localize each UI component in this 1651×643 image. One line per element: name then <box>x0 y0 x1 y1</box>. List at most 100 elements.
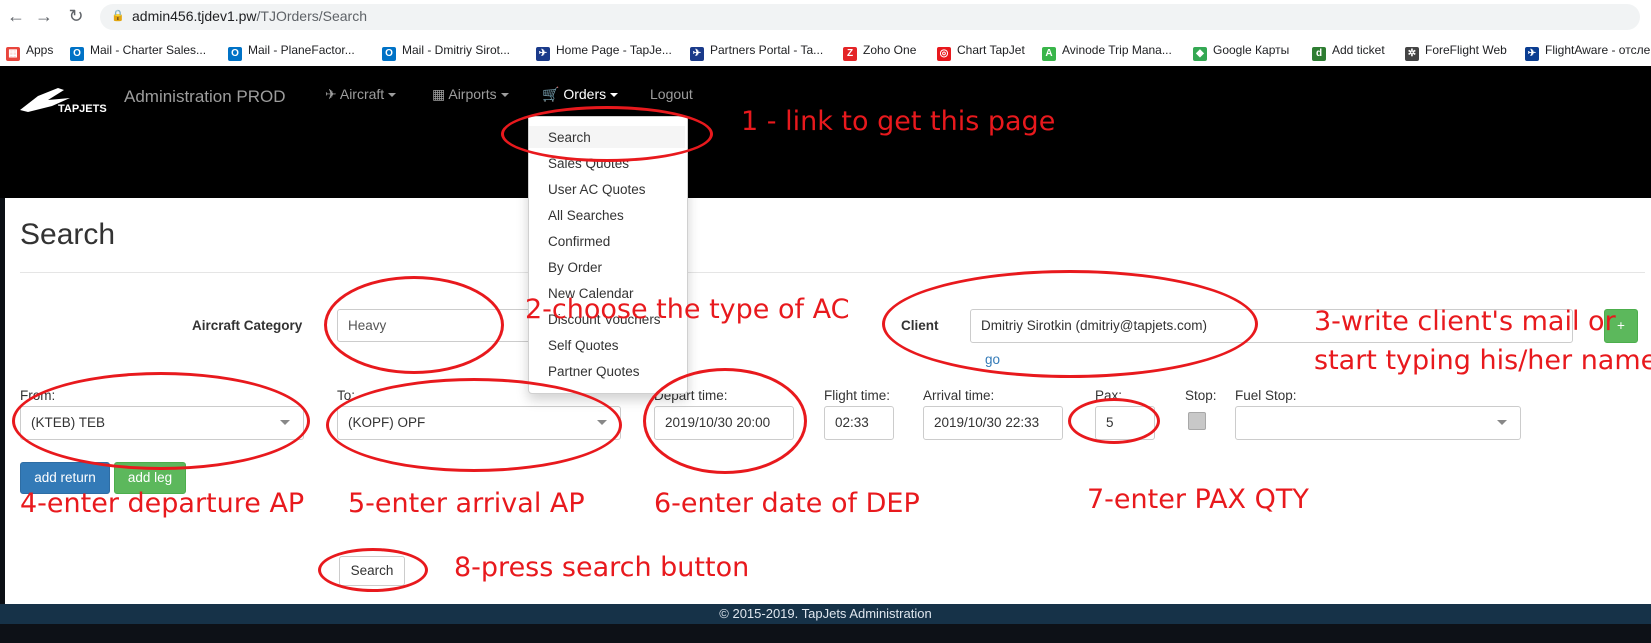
bookmark-label: Add ticket <box>1332 43 1385 57</box>
flight-time-input[interactable]: 02:33 <box>824 406 894 440</box>
annotation-step-4: 4-enter departure AP <box>20 488 305 519</box>
bookmark-chart-tapjet[interactable]: ◎ Chart TapJet <box>937 41 1025 61</box>
annotation-step-5: 5-enter arrival AP <box>348 488 585 519</box>
url-text[interactable]: admin456.tjdev1.pw/TJOrders/Search <box>132 8 367 24</box>
footer-copyright: © 2015-2019. TapJets Administration <box>719 606 932 621</box>
bookmark-label: ForeFlight Web <box>1425 43 1507 57</box>
annotation-step-3-line2: start typing his/her name <box>1314 345 1651 376</box>
bookmark-label: Partners Portal - Ta... <box>710 43 824 57</box>
nav-orders[interactable]: 🛒 Orders <box>542 86 619 103</box>
bookmark-label: Chart TapJet <box>957 43 1025 57</box>
annotation-ellipse-to <box>326 378 622 472</box>
building-icon: ▦ <box>432 86 446 102</box>
caret-down-icon <box>500 93 509 98</box>
tapjets-logo-icon: TAPJETS <box>20 88 107 115</box>
plane-icon: ✈ <box>325 86 337 102</box>
caret-down-icon <box>610 93 619 98</box>
divider <box>20 272 1645 273</box>
bookmark-mail-planefactor[interactable]: O Mail - PlaneFactor... <box>228 41 355 61</box>
bookmark-tapjets-home[interactable]: ✈ Home Page - TapJe... <box>536 41 672 61</box>
aircraft-category-label: Aircraft Category <box>192 318 303 333</box>
chevron-down-icon <box>1497 420 1507 425</box>
flightaware-plane-icon: ✈ <box>1525 47 1539 61</box>
bookmark-partners-portal[interactable]: ✈ Partners Portal - Ta... <box>690 41 824 61</box>
annotation-ellipse-search-link <box>501 106 713 162</box>
bookmark-avinode[interactable]: A Avinode Trip Mana... <box>1042 41 1172 61</box>
arrival-time-label: Arrival time: <box>923 388 995 403</box>
caret-down-icon <box>388 93 397 98</box>
bookmark-label: Google Карты <box>1213 43 1290 57</box>
annotation-ellipse-depart-time <box>643 368 807 474</box>
bookmark-label: Apps <box>26 43 54 57</box>
outlook-icon: O <box>382 47 396 61</box>
annotation-ellipse-search-button <box>318 548 428 592</box>
chart-target-icon: ◎ <box>937 47 951 61</box>
google-maps-icon: ◆ <box>1193 47 1207 61</box>
nav-orders-label: Orders <box>563 86 607 102</box>
reload-icon[interactable]: ↻ <box>66 6 86 26</box>
zoho-icon: Z <box>843 47 857 61</box>
stop-checkbox[interactable] <box>1188 412 1206 430</box>
lock-icon: 🔒 <box>111 10 125 22</box>
annotation-ellipse-pax <box>1068 398 1160 444</box>
annotation-step-1: 1 - link to get this page <box>741 106 1056 137</box>
apps-grid-icon: ▦ <box>6 47 20 61</box>
page-title: Search <box>20 218 116 251</box>
outlook-icon: O <box>70 47 84 61</box>
annotation-step-8: 8-press search button <box>454 552 750 583</box>
bookmark-label: Mail - Dmitriy Sirot... <box>402 43 510 57</box>
svg-text:TAPJETS: TAPJETS <box>58 103 107 115</box>
nav-airports-label: Airports <box>448 86 497 102</box>
bookmark-zoho[interactable]: Z Zoho One <box>843 41 917 61</box>
bookmark-label: Avinode Trip Mana... <box>1062 43 1172 57</box>
annotation-step-7: 7-enter PAX QTY <box>1087 484 1309 515</box>
bookmark-mail-dmitriy[interactable]: O Mail - Dmitriy Sirot... <box>382 41 510 61</box>
menu-item-all-searches[interactable]: All Searches <box>548 208 624 223</box>
bookmark-flightaware[interactable]: ✈ FlightAware - отсле <box>1525 41 1651 61</box>
menu-item-partner-quotes[interactable]: Partner Quotes <box>548 364 640 379</box>
bookmark-apps[interactable]: ▦ Apps <box>6 41 54 61</box>
fuel-stop-label: Fuel Stop: <box>1235 388 1297 403</box>
fuel-stop-select[interactable] <box>1235 406 1521 440</box>
cart-icon: 🛒 <box>542 86 560 102</box>
avinode-icon: A <box>1042 47 1056 61</box>
menu-item-confirmed[interactable]: Confirmed <box>548 234 610 249</box>
bookmark-label: Mail - Charter Sales... <box>90 43 207 57</box>
bookmark-label: Home Page - TapJe... <box>556 43 672 57</box>
tapjets-logo[interactable]: TAPJETS <box>18 82 118 116</box>
annotation-step-3-line1: 3-write client's mail or <box>1314 306 1616 337</box>
foreflight-gear-icon: ✲ <box>1405 47 1419 61</box>
app-title[interactable]: Administration PROD <box>124 87 286 107</box>
tapjets-icon: ✈ <box>690 47 704 61</box>
bookmark-foreflight[interactable]: ✲ ForeFlight Web <box>1405 41 1507 61</box>
annotation-step-6: 6-enter date of DEP <box>654 488 920 519</box>
annotation-ellipse-client <box>882 270 1258 378</box>
nav-logout[interactable]: Logout <box>650 86 693 102</box>
url-path: /TJOrders/Search <box>256 8 368 24</box>
flight-time-label: Flight time: <box>824 388 891 403</box>
nav-airports[interactable]: ▦ Airports <box>432 86 509 103</box>
annotation-ellipse-from <box>12 372 310 470</box>
forward-arrow-icon[interactable]: → <box>34 6 54 26</box>
back-arrow-icon[interactable]: ← <box>6 6 26 26</box>
stop-label: Stop: <box>1185 388 1217 403</box>
menu-item-self-quotes[interactable]: Self Quotes <box>548 338 619 353</box>
bookmark-add-ticket[interactable]: d Add ticket <box>1312 41 1385 61</box>
bottom-strip <box>0 624 1651 643</box>
menu-item-by-order[interactable]: By Order <box>548 260 602 275</box>
bookmark-label: Zoho One <box>863 43 917 57</box>
outlook-icon: O <box>228 47 242 61</box>
annotation-ellipse-aircraft-category <box>324 276 504 374</box>
nav-aircraft-label: Aircraft <box>339 86 385 102</box>
annotation-step-2: 2-choose the type of AC <box>525 294 850 325</box>
url-host: admin456.tjdev1.pw <box>132 8 257 24</box>
nav-aircraft[interactable]: ✈ Aircraft <box>325 86 397 103</box>
bookmark-label: FlightAware - отсле <box>1545 43 1651 57</box>
bookmark-google-maps[interactable]: ◆ Google Карты <box>1193 41 1290 61</box>
bookmark-mail-charter[interactable]: O Mail - Charter Sales... <box>70 41 207 61</box>
menu-item-user-ac-quotes[interactable]: User AC Quotes <box>548 182 646 197</box>
bookmark-label: Mail - PlaneFactor... <box>248 43 355 57</box>
tapjets-icon: ✈ <box>536 47 550 61</box>
arrival-time-input[interactable]: 2019/10/30 22:33 <box>923 406 1063 440</box>
ticket-icon: d <box>1312 47 1326 61</box>
